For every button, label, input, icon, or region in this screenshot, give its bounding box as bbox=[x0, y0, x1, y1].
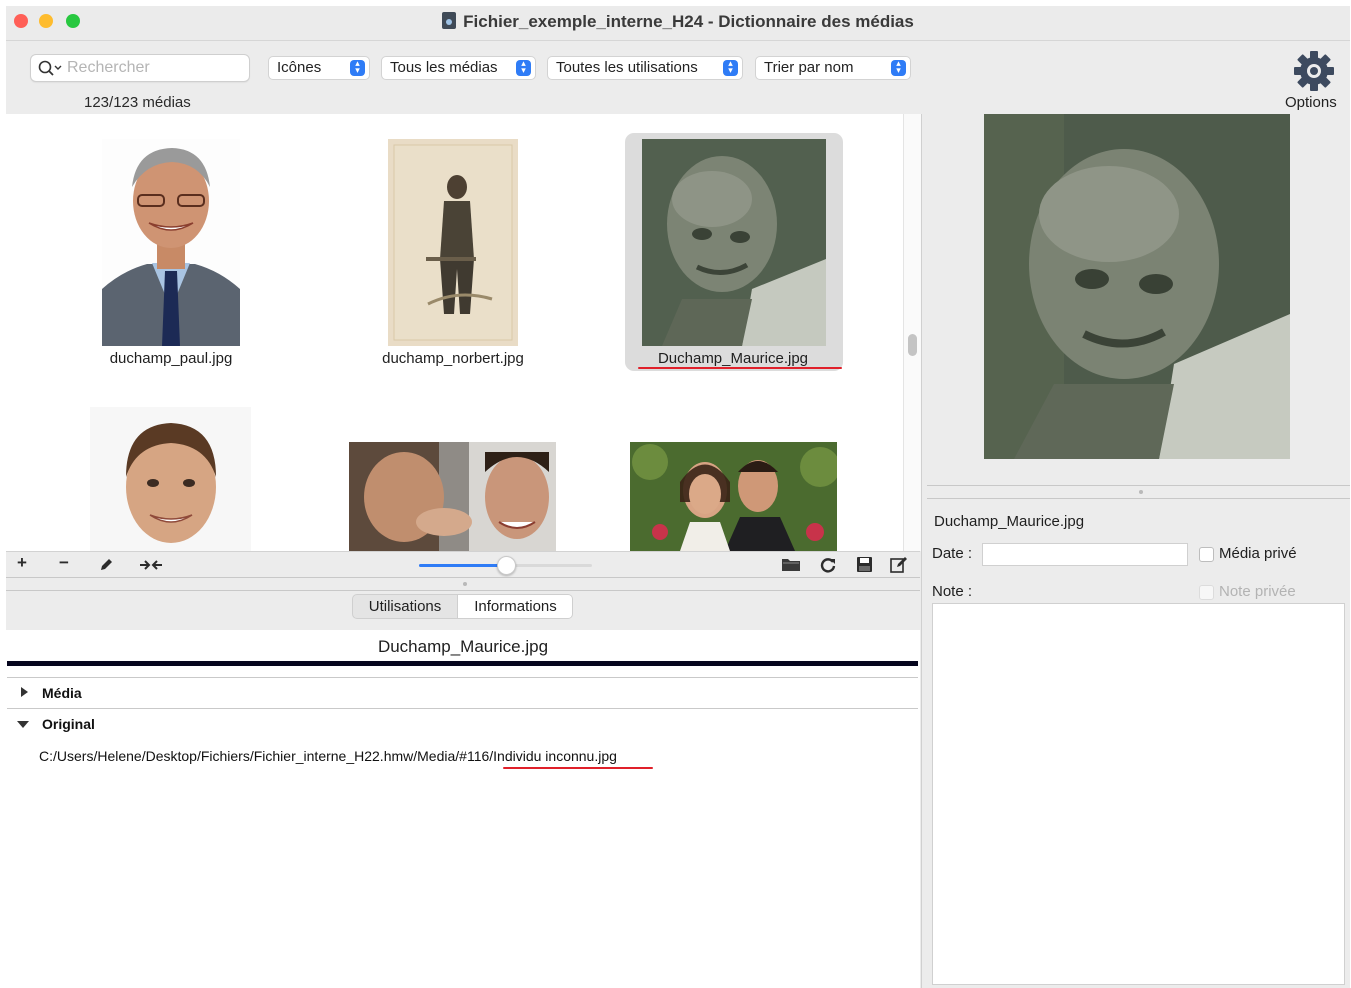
edit-pencil-icon[interactable] bbox=[98, 557, 114, 573]
media-thumbnail-label: duchamp_norbert.jpg bbox=[382, 350, 524, 367]
popup-stepper-icon: ▴ ▾ bbox=[891, 59, 906, 76]
window-title: Fichier_exemple_interne_H24 - Dictionnai… bbox=[6, 12, 1350, 32]
disclosure-collapsed-icon[interactable] bbox=[21, 687, 28, 697]
detail-split-divider[interactable] bbox=[927, 485, 1350, 499]
annotation-underline bbox=[638, 367, 842, 369]
split-handle[interactable] bbox=[1139, 490, 1143, 494]
merge-icon[interactable] bbox=[139, 557, 163, 573]
usage-filter-label: Toutes les utilisations bbox=[556, 59, 698, 76]
info-title: Duchamp_Maurice.jpg bbox=[377, 637, 549, 656]
separator bbox=[7, 708, 918, 709]
grid-scrollbar-knob[interactable] bbox=[908, 334, 917, 356]
detail-panel: Duchamp_Maurice.jpg Date : Média privé N… bbox=[921, 114, 1350, 988]
document-icon bbox=[442, 12, 457, 29]
tab-bar: Utilisations Informations bbox=[352, 594, 573, 619]
title-separator bbox=[7, 661, 918, 666]
zoom-slider-fill bbox=[419, 564, 505, 567]
disclosure-expanded-icon[interactable] bbox=[17, 721, 29, 728]
media-thumbnail[interactable] bbox=[388, 139, 518, 346]
private-media-checkbox[interactable] bbox=[1199, 547, 1214, 562]
search-placeholder: Rechercher bbox=[67, 59, 150, 76]
zoom-slider-knob[interactable] bbox=[497, 556, 516, 575]
media-grid: duchamp_paul.jpg duchamp_norbert.jpg Duc… bbox=[6, 114, 903, 551]
window-title-text: Fichier_exemple_interne_H24 - Dictionnai… bbox=[463, 12, 914, 31]
media-thumbnail-label: duchamp_paul.jpg bbox=[109, 350, 233, 367]
detail-filename: Duchamp_Maurice.jpg bbox=[934, 513, 1085, 530]
sort-label: Trier par nom bbox=[764, 59, 854, 76]
media-thumbnail[interactable] bbox=[102, 139, 240, 346]
media-filter-label: Tous les médias bbox=[390, 59, 498, 76]
title-bar: Fichier_exemple_interne_H24 - Dictionnai… bbox=[6, 6, 1350, 41]
note-textarea[interactable] bbox=[932, 603, 1345, 985]
split-handle[interactable] bbox=[463, 582, 467, 586]
tab-utilisations[interactable]: Utilisations bbox=[353, 595, 457, 618]
private-note-label: Note privée bbox=[1219, 583, 1296, 600]
media-thumbnail[interactable] bbox=[90, 407, 251, 551]
media-thumbnail[interactable] bbox=[630, 442, 840, 551]
date-label: Date : bbox=[932, 545, 973, 562]
vintage-soldier-photo-image bbox=[388, 139, 518, 346]
wedding-couple-image bbox=[349, 442, 556, 551]
section-media[interactable]: Média bbox=[42, 685, 82, 701]
sort-popup[interactable]: Trier par nom ▴ ▾ bbox=[755, 56, 911, 80]
add-icon[interactable]: + bbox=[17, 553, 27, 573]
young-man-portrait-image bbox=[90, 407, 251, 551]
split-divider[interactable] bbox=[6, 577, 920, 591]
media-preview-image bbox=[984, 114, 1290, 459]
gear-icon[interactable] bbox=[1293, 50, 1335, 92]
original-path: C:/Users/Helene/Desktop/Fichiers/Fichier… bbox=[39, 748, 617, 764]
media-thumbnail-label: Duchamp_Maurice.jpg bbox=[657, 350, 809, 367]
separator bbox=[7, 677, 918, 678]
toolbar: Rechercher Icônes ▴ ▾ Tous les médias ▴ ▾ … bbox=[6, 41, 1350, 115]
media-dictionary-window: Fichier_exemple_interne_H24 - Dictionnai… bbox=[6, 6, 1350, 988]
info-panel: Duchamp_Maurice.jpg Média Original C:/Us… bbox=[6, 630, 920, 988]
search-icon bbox=[38, 60, 62, 76]
media-count: 123/123 médias bbox=[84, 94, 191, 111]
save-icon[interactable] bbox=[856, 556, 873, 573]
annotation-underline bbox=[503, 767, 653, 769]
grid-scrollbar[interactable] bbox=[903, 114, 921, 551]
couple-garden-image bbox=[630, 442, 840, 551]
view-mode-popup[interactable]: Icônes ▴ ▾ bbox=[268, 56, 370, 80]
grid-toolbar: + − bbox=[6, 551, 920, 577]
portrait-man-suit-image bbox=[102, 139, 240, 346]
popup-stepper-icon: ▴ ▾ bbox=[723, 59, 738, 76]
section-original[interactable]: Original bbox=[42, 716, 95, 732]
note-label: Note : bbox=[932, 583, 973, 600]
view-mode-label: Icônes bbox=[277, 59, 322, 76]
media-thumbnail-selected[interactable] bbox=[625, 133, 843, 371]
usage-filter-popup[interactable]: Toutes les utilisations ▴ ▾ bbox=[547, 56, 743, 80]
popup-stepper-icon: ▴ ▾ bbox=[350, 59, 365, 76]
remove-icon[interactable]: − bbox=[59, 553, 69, 573]
old-man-photo-image bbox=[642, 139, 826, 346]
refresh-icon[interactable] bbox=[819, 556, 837, 574]
private-note-checkbox[interactable] bbox=[1199, 585, 1214, 600]
tab-informations[interactable]: Informations bbox=[457, 595, 572, 618]
folder-icon[interactable] bbox=[781, 557, 801, 572]
popup-stepper-icon: ▴ ▾ bbox=[516, 59, 531, 76]
media-thumbnail[interactable] bbox=[349, 442, 556, 551]
edit-note-icon[interactable] bbox=[890, 556, 908, 573]
private-media-label: Média privé bbox=[1219, 545, 1297, 562]
date-input[interactable] bbox=[982, 543, 1188, 566]
options-label: Options bbox=[1285, 94, 1337, 111]
media-filter-popup[interactable]: Tous les médias ▴ ▾ bbox=[381, 56, 536, 80]
search-field[interactable]: Rechercher bbox=[30, 54, 250, 82]
